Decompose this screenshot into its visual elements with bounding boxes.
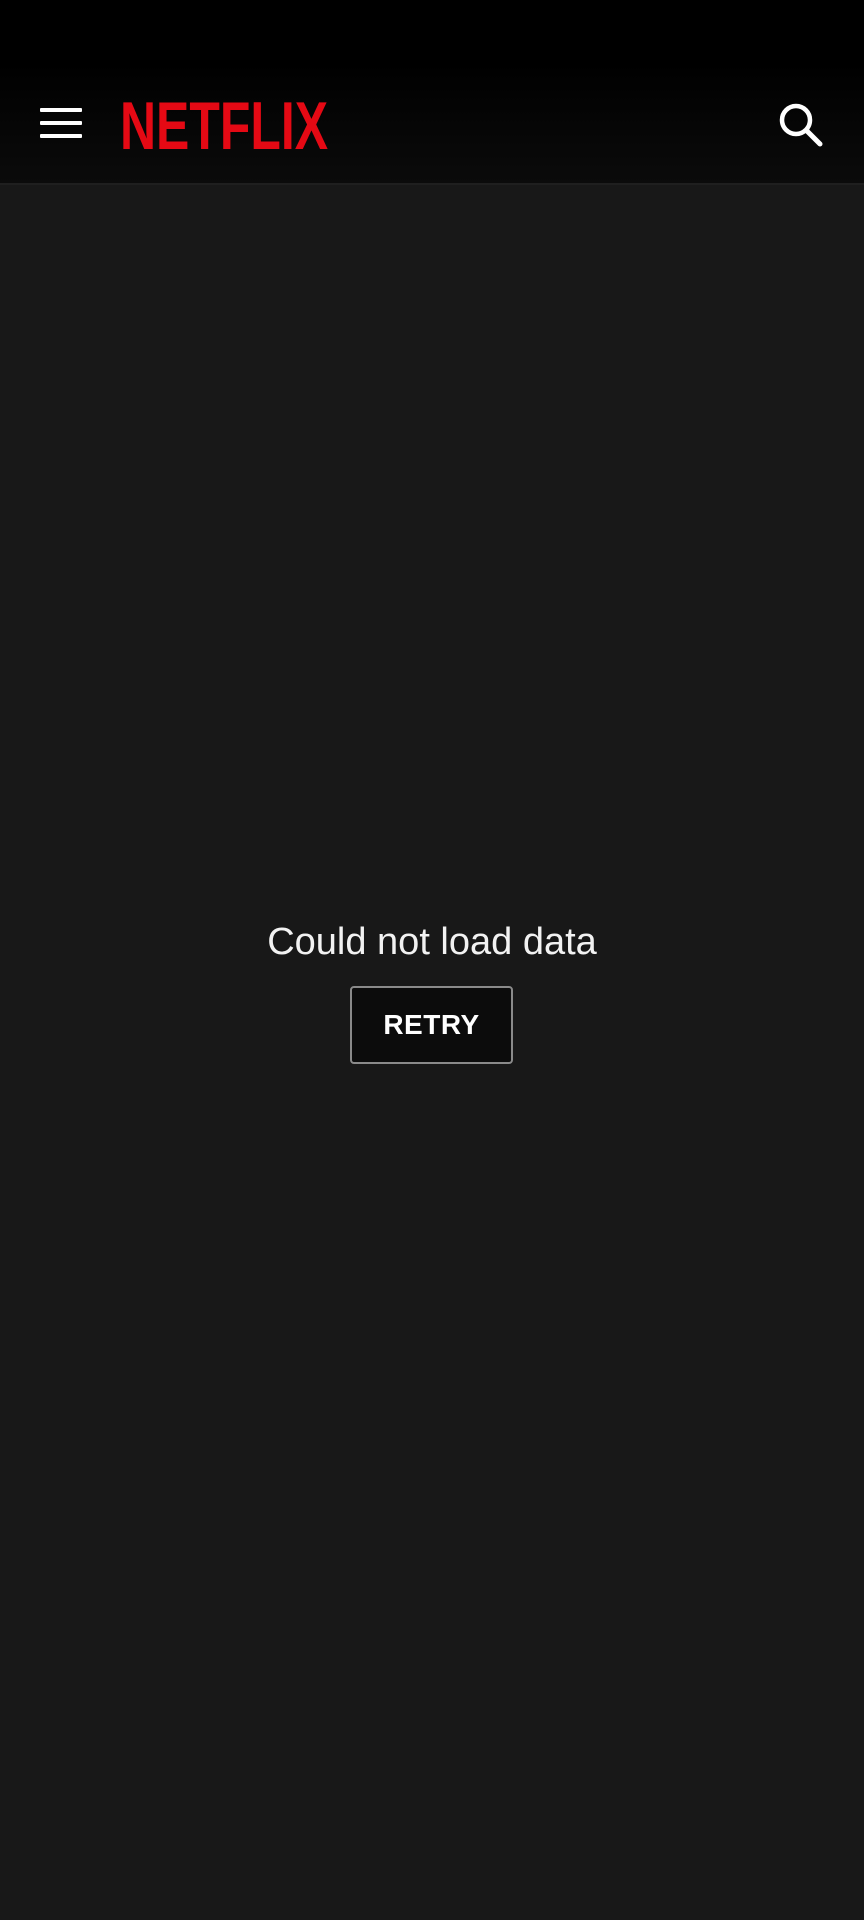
netflix-logo[interactable]: NETFLIX [120,92,330,154]
search-icon[interactable] [776,100,824,148]
retry-button[interactable]: RETRY [350,986,513,1064]
menu-line [40,121,82,125]
netflix-logo-icon: NETFLIX [120,92,328,154]
status-bar [0,0,864,62]
error-message: Could not load data [267,921,597,963]
logo-text: NETFLIX [120,92,328,154]
hamburger-menu-icon[interactable] [40,108,82,138]
main-content: Could not load data RETRY [0,185,864,1920]
menu-line [40,134,82,138]
menu-line [40,108,82,112]
app-header: NETFLIX [0,62,864,184]
